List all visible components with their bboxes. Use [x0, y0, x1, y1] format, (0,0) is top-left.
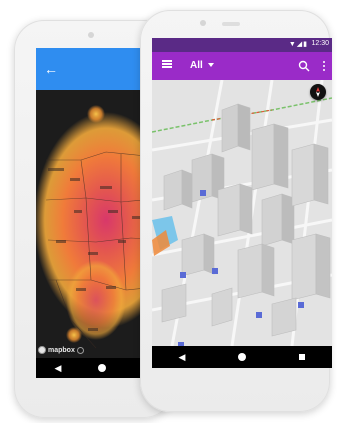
- poi-marker: [256, 312, 262, 318]
- city-map-app-bar: All: [152, 52, 332, 80]
- mapbox-attribution[interactable]: mapbox: [38, 344, 84, 356]
- nav-home-icon[interactable]: [238, 353, 247, 361]
- filter-dropdown-label[interactable]: All: [190, 60, 203, 71]
- nav-back-icon[interactable]: ◀: [179, 352, 186, 362]
- hamburger-menu-icon[interactable]: [162, 60, 172, 68]
- poi-marker: [298, 302, 304, 308]
- nav-recents-icon[interactable]: [299, 354, 306, 360]
- poi-marker: [212, 268, 218, 274]
- compass-needle-icon: [316, 87, 320, 97]
- back-arrow-icon[interactable]: ←: [44, 62, 58, 76]
- status-time: 12:30: [311, 40, 329, 47]
- compass-icon[interactable]: [310, 84, 326, 100]
- nav-back-icon[interactable]: ◀: [55, 363, 62, 373]
- poi-marker: [180, 272, 186, 278]
- city-map-screen: ▼◢▮ 12:30 All ◀: [152, 38, 332, 368]
- nav-home-icon[interactable]: [98, 364, 107, 372]
- signal-battery-icon: ▼◢▮: [288, 41, 308, 48]
- more-vert-icon[interactable]: [322, 60, 326, 72]
- 3d-city-map[interactable]: [152, 80, 332, 346]
- back-phone-camera: [88, 32, 94, 38]
- front-phone-camera: [200, 20, 206, 26]
- search-icon[interactable]: [298, 60, 310, 72]
- status-bar: ▼◢▮ 12:30: [152, 38, 332, 52]
- mapbox-attribution-text: mapbox: [48, 346, 75, 354]
- heat-spot-top: [87, 105, 105, 123]
- filter-dropdown-caret-icon[interactable]: [208, 63, 214, 67]
- mapbox-logo-icon: [38, 346, 46, 354]
- front-phone-nav-bar: ◀: [152, 346, 332, 368]
- info-icon[interactable]: [76, 346, 84, 354]
- poi-marker: [200, 190, 206, 196]
- front-phone-speaker: [222, 22, 240, 26]
